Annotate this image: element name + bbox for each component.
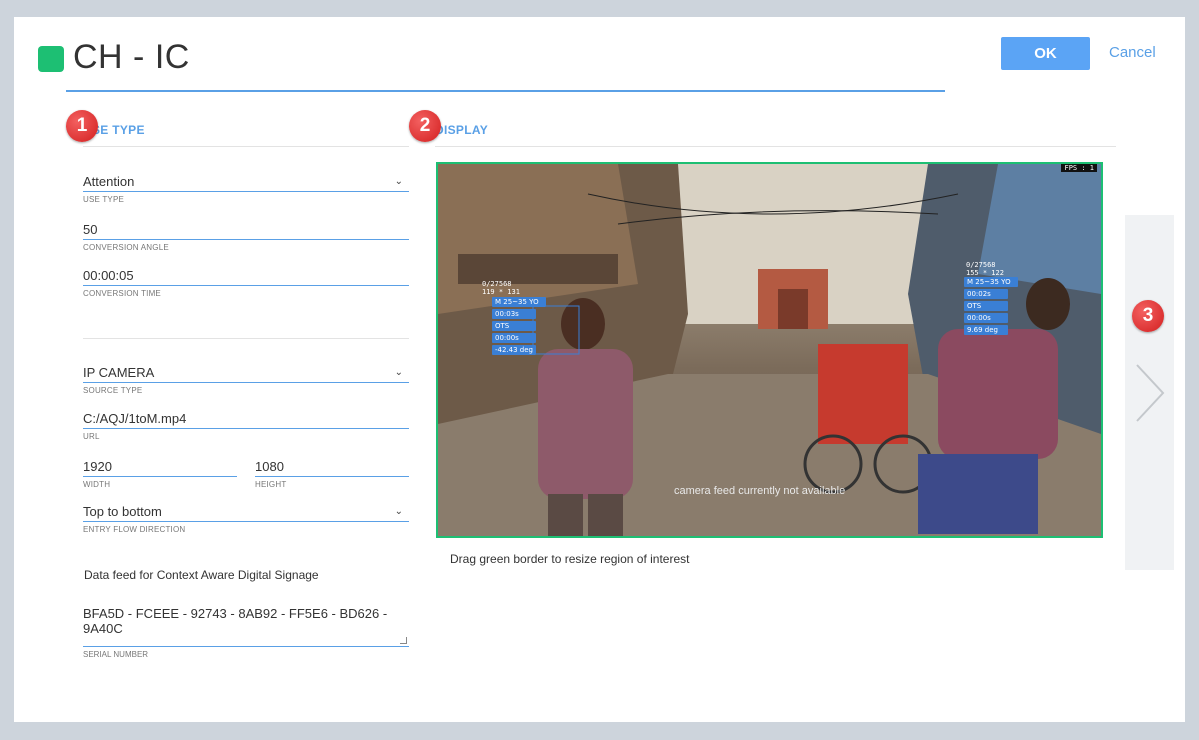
settings-dialog: CH - IC OK Cancel USE TYPE DISPLAY Atten… bbox=[14, 17, 1185, 722]
use-type-select[interactable]: Attention ⌄ USE TYPE bbox=[83, 172, 409, 204]
right-track-size: 155 * 122 bbox=[966, 269, 1004, 277]
chevron-down-icon: ⌄ bbox=[394, 506, 403, 517]
serial-number-field[interactable]: BFA5D - FCEEE - 92743 - 8AB92 - FF5E6 - … bbox=[83, 602, 409, 647]
next-panel[interactable] bbox=[1125, 215, 1174, 570]
left-angle: -42.43 deg bbox=[492, 345, 536, 355]
entry-flow-value: Top to bottom bbox=[83, 504, 162, 519]
right-gender-age: M 25~35 YO bbox=[964, 277, 1018, 287]
callout-badge-2: 2 bbox=[409, 110, 441, 142]
left-ots: OTS bbox=[492, 321, 536, 331]
resize-grip-icon[interactable] bbox=[400, 637, 407, 644]
serial-number-value: BFA5D - FCEEE - 92743 - 8AB92 - FF5E6 - … bbox=[83, 606, 388, 636]
height-field[interactable]: 1080 HEIGHT bbox=[255, 457, 409, 489]
feed-status-text: camera feed currently not available bbox=[674, 485, 846, 497]
chevron-down-icon: ⌄ bbox=[394, 176, 403, 187]
fps-readout: FPS : 1 bbox=[1061, 164, 1097, 172]
callout-badge-3: 3 bbox=[1132, 300, 1164, 332]
section-divider bbox=[83, 338, 409, 339]
conversion-time-label: CONVERSION TIME bbox=[83, 289, 161, 298]
chevron-right-icon bbox=[1135, 363, 1164, 422]
use-type-divider bbox=[83, 146, 409, 147]
chevron-down-icon: ⌄ bbox=[394, 367, 403, 378]
url-field[interactable]: C:/AQJ/1toM.mp4 URL bbox=[83, 409, 409, 441]
serial-number-label: SERIAL NUMBER bbox=[83, 650, 149, 659]
height-label: HEIGHT bbox=[255, 480, 287, 489]
conversion-time-field[interactable]: 00:00:05 CONVERSION TIME bbox=[83, 266, 409, 298]
right-time: 00:02s bbox=[964, 289, 1008, 299]
street-scene-image bbox=[438, 164, 1101, 536]
conversion-angle-label: CONVERSION ANGLE bbox=[83, 243, 169, 252]
left-time: 00:03s bbox=[492, 309, 536, 319]
conversion-angle-field[interactable]: 50 CONVERSION ANGLE bbox=[83, 220, 409, 252]
url-value: C:/AQJ/1toM.mp4 bbox=[83, 409, 409, 429]
right-dwell: 00:00s bbox=[964, 313, 1008, 323]
height-value: 1080 bbox=[255, 457, 409, 477]
display-heading: DISPLAY bbox=[435, 123, 489, 137]
data-feed-heading: Data feed for Context Aware Digital Sign… bbox=[84, 568, 319, 582]
left-track-id: 0/27568 bbox=[482, 280, 512, 288]
width-label: WIDTH bbox=[83, 480, 111, 489]
callout-badge-1: 1 bbox=[66, 110, 98, 142]
right-angle: 9.69 deg bbox=[964, 325, 1008, 335]
left-track-size: 119 * 131 bbox=[482, 288, 520, 296]
entry-flow-select[interactable]: Top to bottom ⌄ ENTRY FLOW DIRECTION bbox=[83, 502, 409, 534]
display-divider bbox=[435, 146, 1116, 147]
source-type-value: IP CAMERA bbox=[83, 365, 155, 380]
right-ots: OTS bbox=[964, 301, 1008, 311]
left-gender-age: M 25~35 YO bbox=[492, 297, 546, 307]
roi-hint: Drag green border to resize region of in… bbox=[450, 552, 690, 566]
use-type-label: USE TYPE bbox=[83, 195, 125, 204]
source-type-select[interactable]: IP CAMERA ⌄ SOURCE TYPE bbox=[83, 363, 409, 395]
title-underline bbox=[66, 90, 945, 92]
left-dwell: 00:00s bbox=[492, 333, 536, 343]
source-type-label: SOURCE TYPE bbox=[83, 386, 143, 395]
entry-flow-label: ENTRY FLOW DIRECTION bbox=[83, 525, 186, 534]
cancel-link[interactable]: Cancel bbox=[1109, 44, 1156, 61]
ok-button[interactable]: OK bbox=[1001, 37, 1090, 70]
conversion-angle-value: 50 bbox=[83, 220, 409, 240]
use-type-value: Attention bbox=[83, 174, 135, 189]
width-field[interactable]: 1920 WIDTH bbox=[83, 457, 237, 489]
conversion-time-value: 00:00:05 bbox=[83, 266, 409, 286]
page-title: CH - IC bbox=[73, 38, 190, 76]
camera-feed-roi[interactable]: 0/27568 119 * 131 M 25~35 YO 00:03s OTS … bbox=[436, 162, 1103, 538]
url-label: URL bbox=[83, 432, 100, 441]
width-value: 1920 bbox=[83, 457, 237, 477]
right-track-id: 0/27568 bbox=[966, 261, 996, 269]
channel-color-swatch bbox=[38, 46, 64, 72]
